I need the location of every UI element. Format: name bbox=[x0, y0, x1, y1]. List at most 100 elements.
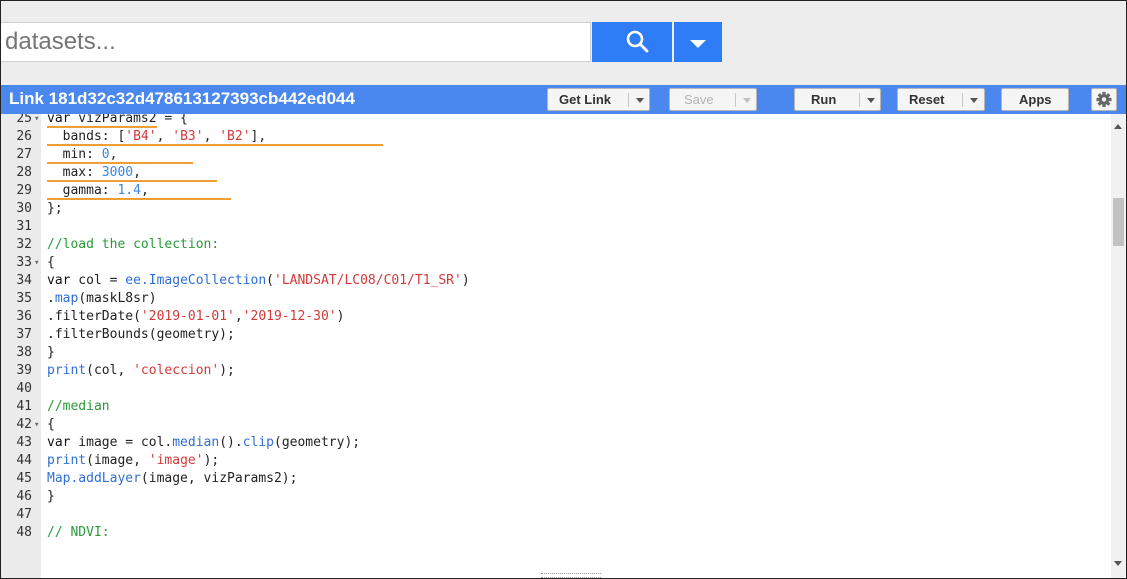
chevron-down-icon[interactable] bbox=[636, 98, 644, 103]
script-header-bar: Link 181d32c32d478613127393cb442ed044 Ge… bbox=[1, 85, 1126, 114]
apps-button[interactable]: Apps bbox=[1001, 88, 1069, 111]
code-token: max: bbox=[47, 165, 102, 180]
line-number: 37 bbox=[16, 327, 32, 342]
code-line[interactable]: 46} bbox=[1, 488, 1111, 506]
line-number: 48 bbox=[16, 525, 32, 540]
code-token: //median bbox=[47, 399, 110, 414]
chevron-down-icon[interactable] bbox=[867, 98, 875, 103]
code-text: .filterBounds(geometry); bbox=[47, 326, 235, 344]
code-line[interactable]: 42 ▾ { bbox=[1, 416, 1111, 434]
code-token: , bbox=[140, 183, 149, 198]
line-number: 39 bbox=[16, 363, 32, 378]
code-text: // NDVI: bbox=[47, 524, 110, 542]
code-text: } bbox=[47, 344, 55, 362]
code-token: print bbox=[47, 363, 87, 378]
settings-button[interactable] bbox=[1091, 88, 1117, 111]
code-line[interactable]: 44 print(image, 'image'); bbox=[1, 452, 1111, 470]
code-text: { bbox=[47, 254, 55, 272]
line-number: 27 bbox=[16, 147, 32, 162]
line-number: 31 bbox=[16, 219, 32, 234]
code-line[interactable]: 30}; bbox=[1, 200, 1111, 218]
fold-toggle-icon[interactable]: ▾ bbox=[34, 416, 39, 434]
code-token: (maskL8sr) bbox=[78, 291, 157, 306]
code-text: .map(maskL8sr) bbox=[47, 290, 157, 308]
line-number: 40 bbox=[16, 381, 32, 396]
code-token: 'B3' bbox=[172, 129, 204, 144]
code-token: (col, bbox=[86, 363, 134, 378]
scroll-down-arrow-icon[interactable] bbox=[1114, 561, 1122, 566]
code-line[interactable]: 25 ▾ var vizParams2 = { bbox=[1, 114, 1111, 128]
code-line[interactable]: 35 .map(maskL8sr) bbox=[1, 290, 1111, 308]
warning-underline bbox=[47, 180, 217, 182]
code-line[interactable]: 31 bbox=[1, 218, 1111, 236]
run-button[interactable]: Run bbox=[794, 88, 881, 111]
editor-vertical-scrollbar[interactable] bbox=[1111, 114, 1126, 578]
code-text: //load the collection: bbox=[47, 236, 219, 254]
reset-button[interactable]: Reset bbox=[897, 88, 985, 111]
code-token: ( bbox=[266, 273, 274, 288]
code-line[interactable]: 38} bbox=[1, 344, 1111, 362]
get-link-button[interactable]: Get Link bbox=[547, 88, 650, 111]
scrollbar-thumb[interactable] bbox=[1113, 198, 1124, 246]
warning-underline bbox=[47, 126, 157, 128]
code-token: ); bbox=[219, 363, 235, 378]
code-token: 1.4 bbox=[117, 183, 141, 198]
fold-toggle-icon[interactable]: ▾ bbox=[34, 254, 39, 272]
code-token: .filterBounds(geometry); bbox=[47, 327, 235, 342]
code-line[interactable]: 36 .filterDate('2019-01-01','2019-12-30') bbox=[1, 308, 1111, 326]
code-token: 'LANDSAT/LC08/C01/T1_SR' bbox=[274, 273, 462, 288]
code-line[interactable]: 34 var col = ee.ImageCollection('LANDSAT/… bbox=[1, 272, 1111, 290]
code-token: gamma: bbox=[47, 183, 118, 198]
code-text: print(col, 'coleccion'); bbox=[47, 362, 235, 380]
code-line[interactable]: 45 Map.addLayer(image, vizParams2); bbox=[1, 470, 1111, 488]
code-line[interactable]: 47 bbox=[1, 506, 1111, 524]
code-token: , bbox=[234, 309, 243, 324]
code-token: ) bbox=[461, 273, 470, 288]
code-line[interactable]: 40 bbox=[1, 380, 1111, 398]
gear-icon bbox=[1096, 92, 1112, 107]
line-number: 38 bbox=[16, 345, 32, 360]
warning-underline bbox=[47, 162, 193, 164]
code-editor[interactable]: 25 ▾ var vizParams2 = {26 bands: ['B4', 'B… bbox=[1, 114, 1111, 578]
line-number: 30 bbox=[16, 201, 32, 216]
line-number: 46 bbox=[16, 489, 32, 504]
code-token: (image, bbox=[86, 453, 149, 468]
code-text: } bbox=[47, 488, 55, 506]
code-line[interactable]: 48 // NDVI: bbox=[1, 524, 1111, 542]
warning-underline bbox=[47, 144, 383, 146]
save-button[interactable]: Save bbox=[669, 88, 757, 111]
button-divider bbox=[962, 93, 963, 107]
code-token: , bbox=[156, 129, 173, 144]
panel-resize-handle[interactable] bbox=[541, 573, 601, 578]
code-token: ); bbox=[203, 453, 220, 468]
code-text: //median bbox=[47, 398, 110, 416]
code-token: var bbox=[47, 273, 71, 288]
fold-toggle-icon[interactable]: ▾ bbox=[34, 114, 39, 128]
scroll-up-arrow-icon[interactable] bbox=[1114, 124, 1122, 129]
code-token: clip bbox=[242, 435, 274, 450]
chevron-down-icon[interactable] bbox=[743, 98, 751, 103]
line-number: 45 bbox=[16, 471, 32, 486]
line-number: 36 bbox=[16, 309, 32, 324]
code-line[interactable]: 39 print(col, 'coleccion'); bbox=[1, 362, 1111, 380]
code-token: '2019-12-30' bbox=[242, 309, 337, 324]
search-input[interactable] bbox=[1, 22, 591, 62]
code-line[interactable]: 33 ▾ { bbox=[1, 254, 1111, 272]
code-token: { bbox=[47, 417, 55, 432]
chevron-down-icon bbox=[690, 40, 706, 48]
chevron-down-icon[interactable] bbox=[970, 98, 978, 103]
line-number: 44 bbox=[16, 453, 32, 468]
code-line[interactable]: 43 var image = col.median().clip(geometry… bbox=[1, 434, 1111, 452]
line-number: 32 bbox=[16, 237, 32, 252]
code-token: ) bbox=[336, 309, 345, 324]
get-link-label: Get Link bbox=[559, 92, 612, 107]
code-line[interactable]: 41 //median bbox=[1, 398, 1111, 416]
button-divider bbox=[628, 93, 629, 107]
code-line[interactable]: 32 //load the collection: bbox=[1, 236, 1111, 254]
search-options-button[interactable] bbox=[674, 22, 722, 62]
code-token: min: bbox=[47, 147, 102, 162]
code-line[interactable]: 37 .filterBounds(geometry); bbox=[1, 326, 1111, 344]
code-token: , bbox=[203, 129, 220, 144]
code-token: image = col. bbox=[70, 435, 173, 450]
search-button[interactable] bbox=[592, 22, 672, 62]
